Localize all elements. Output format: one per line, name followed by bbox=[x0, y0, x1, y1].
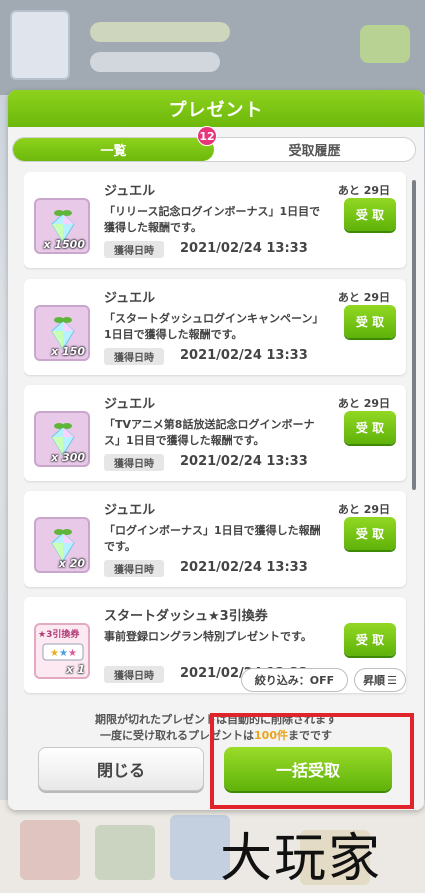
jewel-icon: x 300 bbox=[34, 411, 90, 467]
jewel-icon: x 150 bbox=[34, 305, 90, 361]
date-label: 獲得日時 bbox=[104, 666, 164, 683]
item-name: ジュエル bbox=[104, 397, 156, 412]
ticket-icon: ★3引換券 ★ ★ ★ x 1 bbox=[34, 623, 90, 679]
sort-order-icon: ☰ bbox=[387, 673, 397, 687]
date-value: 2021/02/24 13:33 bbox=[180, 241, 308, 256]
date-label: 獲得日時 bbox=[104, 241, 164, 258]
item-name: ジュエル bbox=[104, 184, 156, 199]
sort-label: 昇順 bbox=[363, 674, 386, 687]
jewel-icon: x 20 bbox=[34, 517, 90, 573]
tab-history-label: 受取履歴 bbox=[288, 144, 341, 159]
date-label: 獲得日時 bbox=[104, 348, 164, 365]
receive-button[interactable]: 受 取 bbox=[344, 198, 396, 231]
date-value: 2021/02/24 13:33 bbox=[180, 454, 308, 469]
date-value: 2021/02/24 13:33 bbox=[180, 560, 308, 575]
close-button[interactable]: 閉じる bbox=[38, 747, 204, 791]
item-description: 「スタートダッシュログインキャンペーン」1日目で獲得した報酬です。 bbox=[104, 312, 324, 341]
present-item: x 1500 ジュエル 「リリース記念ログインボーナス」1日目で獲得した報酬です… bbox=[24, 172, 406, 268]
highlight-frame bbox=[210, 713, 414, 809]
tab-bar: 一覧 12 受取履歴 bbox=[12, 126, 416, 162]
tab-history[interactable]: 受取履歴 bbox=[214, 138, 415, 161]
dialog-header: プレゼント bbox=[8, 90, 424, 127]
date-label: 獲得日時 bbox=[104, 454, 164, 471]
item-quantity: x 300 bbox=[51, 451, 85, 464]
days-remaining: あと 29日 bbox=[337, 184, 390, 197]
dialog-title: プレゼント bbox=[168, 99, 264, 121]
receive-button[interactable]: 受 取 bbox=[344, 517, 396, 550]
jewel-icon: x 1500 bbox=[34, 198, 90, 254]
item-quantity: x 1500 bbox=[43, 238, 85, 251]
days-remaining: あと 29日 bbox=[337, 397, 390, 410]
days-remaining: あと 29日 bbox=[337, 291, 390, 304]
item-quantity: x 150 bbox=[51, 345, 85, 358]
sort-button[interactable]: 昇順 ☰ bbox=[354, 668, 406, 692]
unread-count-badge: 12 bbox=[197, 126, 217, 146]
watermark: 大玩家 bbox=[220, 829, 383, 889]
tab-list-label: 一覧 bbox=[100, 144, 127, 159]
present-item: x 150 ジュエル 「スタートダッシュログインキャンペーン」1日目で獲得した報… bbox=[24, 279, 406, 375]
date-label: 獲得日時 bbox=[104, 560, 164, 577]
present-dialog: プレゼント 一覧 12 受取履歴 x 1500 ジュエル 「リリース記念ログイン… bbox=[8, 90, 424, 810]
item-name: スタートダッシュ★3引換券 bbox=[104, 609, 268, 624]
svg-text:★: ★ bbox=[68, 648, 77, 659]
present-item: ★3引換券 ★ ★ ★ x 1 スタートダッシュ★3引換券 事前登録ロングラン特別プ… bbox=[24, 597, 406, 693]
item-description: 事前登録ロングラン特別プレゼントです。 bbox=[104, 630, 312, 643]
receive-button[interactable]: 受 取 bbox=[344, 623, 396, 656]
item-description: 「TVアニメ第8話放送記念ログインボーナス」1日目で獲得した報酬です。 bbox=[104, 418, 315, 447]
svg-text:★: ★ bbox=[50, 648, 59, 659]
item-name: ジュエル bbox=[104, 503, 156, 518]
present-item: x 300 ジュエル 「TVアニメ第8話放送記念ログインボーナス」1日目で獲得し… bbox=[24, 385, 406, 481]
item-description: 「ログインボーナス」1日目で獲得した報酬です。 bbox=[104, 524, 321, 553]
receive-button[interactable]: 受 取 bbox=[344, 305, 396, 338]
item-quantity: x 20 bbox=[58, 557, 85, 570]
present-item: x 20 ジュエル 「ログインボーナス」1日目で獲得した報酬です。 獲得日時 2… bbox=[24, 491, 406, 587]
filter-button[interactable]: 絞り込み：OFF bbox=[241, 668, 348, 692]
item-description: 「リリース記念ログインボーナス」1日目で獲得した報酬です。 bbox=[104, 205, 321, 234]
scrollbar[interactable] bbox=[412, 180, 416, 490]
days-remaining: あと 29日 bbox=[337, 503, 390, 516]
tab-list[interactable]: 一覧 12 bbox=[13, 126, 217, 161]
ticket-label: ★3引換券 bbox=[38, 630, 80, 640]
present-list[interactable]: x 1500 ジュエル 「リリース記念ログインボーナス」1日目で獲得した報酬です… bbox=[24, 172, 414, 732]
svg-text:★: ★ bbox=[59, 648, 68, 659]
receive-button[interactable]: 受 取 bbox=[344, 411, 396, 444]
item-quantity: x 1 bbox=[66, 663, 85, 676]
date-value: 2021/02/24 13:33 bbox=[180, 348, 308, 363]
item-name: ジュエル bbox=[104, 291, 156, 306]
